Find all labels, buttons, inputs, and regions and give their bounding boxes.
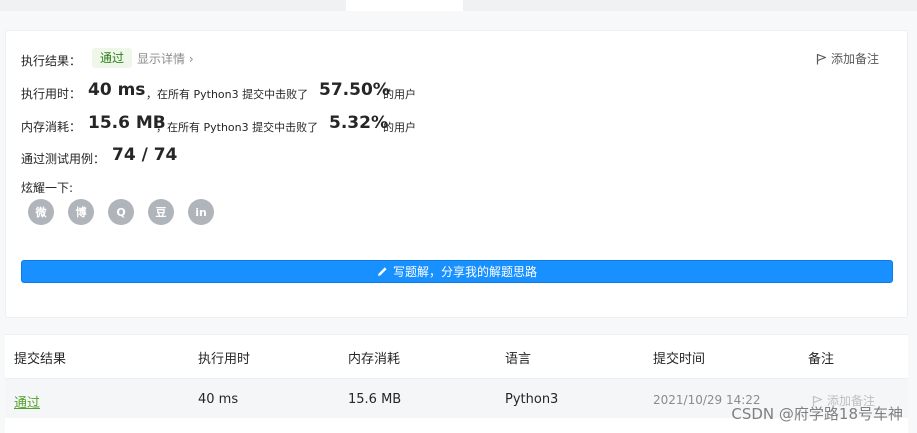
tests-value: 74 / 74 <box>112 145 178 165</box>
write-solution-label: 写题解，分享我的解题思路 <box>392 265 537 279</box>
weibo-icon[interactable]: 博 <box>68 199 94 225</box>
runtime-value: 40 ms <box>88 80 146 100</box>
runtime-label: 执行用时： <box>21 87 82 101</box>
write-solution-button[interactable]: 写题解，分享我的解题思路 <box>21 260 893 283</box>
memory-value: 15.6 MB <box>88 113 166 133</box>
csdn-watermark: CSDN @府学路18号车神 <box>731 405 903 423</box>
add-note-button[interactable]: 添加备注 <box>816 50 879 67</box>
memory-beat-text: ，在所有 Python3 提交中击败了 <box>156 121 319 134</box>
add-note-label: 添加备注 <box>830 52 879 66</box>
header-language: 语言 <box>505 352 532 367</box>
flag-icon <box>816 53 827 64</box>
runtime-beat-text: ，在所有 Python3 提交中击败了 <box>146 88 309 101</box>
header-note: 备注 <box>808 352 835 367</box>
memory-percent: 5.32% <box>329 113 388 133</box>
pencil-icon <box>377 267 387 276</box>
header-submit-time: 提交时间 <box>653 352 706 367</box>
row-result-link[interactable]: 通过 <box>14 392 40 411</box>
memory-suffix: 的用户 <box>383 121 416 134</box>
runtime-suffix: 的用户 <box>383 88 416 101</box>
row-runtime: 40 ms <box>198 392 239 407</box>
show-details-link[interactable]: 显示详情 › <box>137 50 194 67</box>
douban-icon[interactable]: 豆 <box>148 199 174 225</box>
share-label: 炫耀一下: <box>21 181 74 195</box>
header-runtime: 执行用时 <box>198 352 251 367</box>
wechat-icon[interactable]: 微 <box>28 199 54 225</box>
row-language: Python3 <box>505 392 559 407</box>
header-memory: 内存消耗 <box>348 352 401 367</box>
share-icon-group: 微 博 Q 豆 in <box>28 199 214 225</box>
memory-label: 内存消耗： <box>21 120 82 134</box>
result-label: 执行结果： <box>21 54 82 68</box>
status-badge: 通过 <box>92 48 133 68</box>
submission-result-card: 执行结果： 通过 显示详情 › 添加备注 执行用时： 40 ms ，在所有 Py… <box>5 30 908 318</box>
row-memory: 15.6 MB <box>348 392 402 407</box>
header-result: 提交结果 <box>14 352 67 367</box>
qq-icon[interactable]: Q <box>108 199 134 225</box>
active-top-tab[interactable] <box>346 0 463 11</box>
runtime-percent: 57.50% <box>319 80 390 100</box>
linkedin-icon[interactable]: in <box>188 199 214 225</box>
tests-label: 通过测试用例： <box>21 152 106 166</box>
